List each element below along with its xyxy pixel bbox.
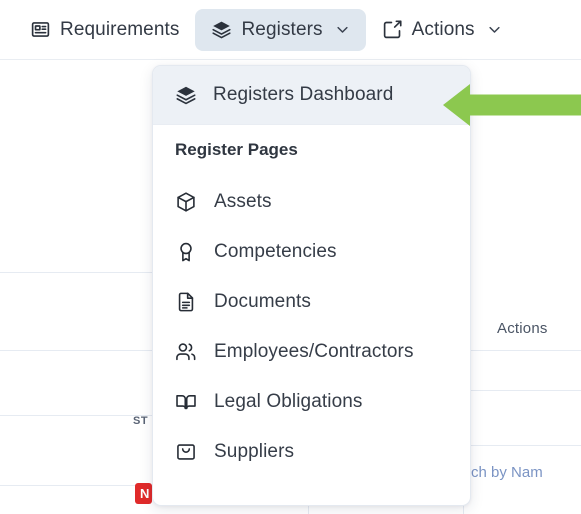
nav-item-actions[interactable]: Actions [366, 9, 518, 51]
table-row-divider [471, 390, 581, 391]
chevron-down-icon [487, 22, 502, 37]
table-row-divider [0, 415, 152, 416]
screen: Actions ST N P ms ch by Nam Requirements [0, 0, 581, 514]
table-row-divider [0, 272, 152, 273]
nav-item-label: Actions [411, 19, 475, 40]
column-header-status: ST [133, 415, 149, 427]
menu-item-label: Registers Dashboard [213, 84, 394, 105]
menu-item-suppliers[interactable]: Suppliers [153, 427, 470, 477]
menu-item-label: Suppliers [214, 441, 295, 462]
layers-icon [211, 19, 232, 40]
menu-item-employees-contractors[interactable]: Employees/Contractors [153, 327, 470, 377]
award-icon [175, 241, 197, 263]
nav-item-label: Requirements [60, 19, 180, 40]
nav-item-label: Registers [241, 19, 323, 40]
menu-section-title: Register Pages [175, 140, 298, 159]
menu-item-documents[interactable]: Documents [153, 277, 470, 327]
menu-item-label: Documents [214, 291, 311, 312]
table-row-divider [0, 350, 152, 351]
nav-item-requirements[interactable]: Requirements [14, 9, 195, 51]
menu-item-registers-dashboard[interactable]: Registers Dashboard [153, 66, 470, 124]
users-icon [175, 341, 197, 363]
status-badge: N [135, 483, 152, 504]
menu-item-label: Assets [214, 191, 272, 212]
edit-square-icon [382, 19, 403, 40]
registers-dropdown-menu: Registers Dashboard Register Pages Asset… [152, 65, 471, 506]
shopping-bag-icon [175, 441, 197, 463]
table-row-divider [471, 445, 581, 446]
menu-item-label: Competencies [214, 241, 337, 262]
article-icon [30, 19, 51, 40]
top-navigation-bar: Requirements Registers Actions [0, 0, 581, 60]
column-header-actions: Actions [497, 320, 548, 337]
chevron-down-icon [335, 22, 350, 37]
menu-item-competencies[interactable]: Competencies [153, 227, 470, 277]
menu-item-legal-obligations[interactable]: Legal Obligations [153, 377, 470, 427]
search-input-placeholder[interactable]: ch by Nam [471, 464, 543, 481]
menu-item-label: Legal Obligations [214, 391, 363, 412]
cube-icon [175, 191, 197, 213]
table-row-divider [0, 485, 152, 486]
table-row-divider [471, 350, 581, 351]
book-open-icon [175, 391, 197, 413]
menu-item-label: Employees/Contractors [214, 341, 414, 362]
menu-item-assets[interactable]: Assets [153, 177, 470, 227]
nav-item-registers[interactable]: Registers [195, 8, 366, 51]
menu-item-list: Assets Competencies Documents Employees/… [153, 175, 470, 477]
file-text-icon [175, 291, 197, 313]
layers-icon [175, 84, 197, 106]
